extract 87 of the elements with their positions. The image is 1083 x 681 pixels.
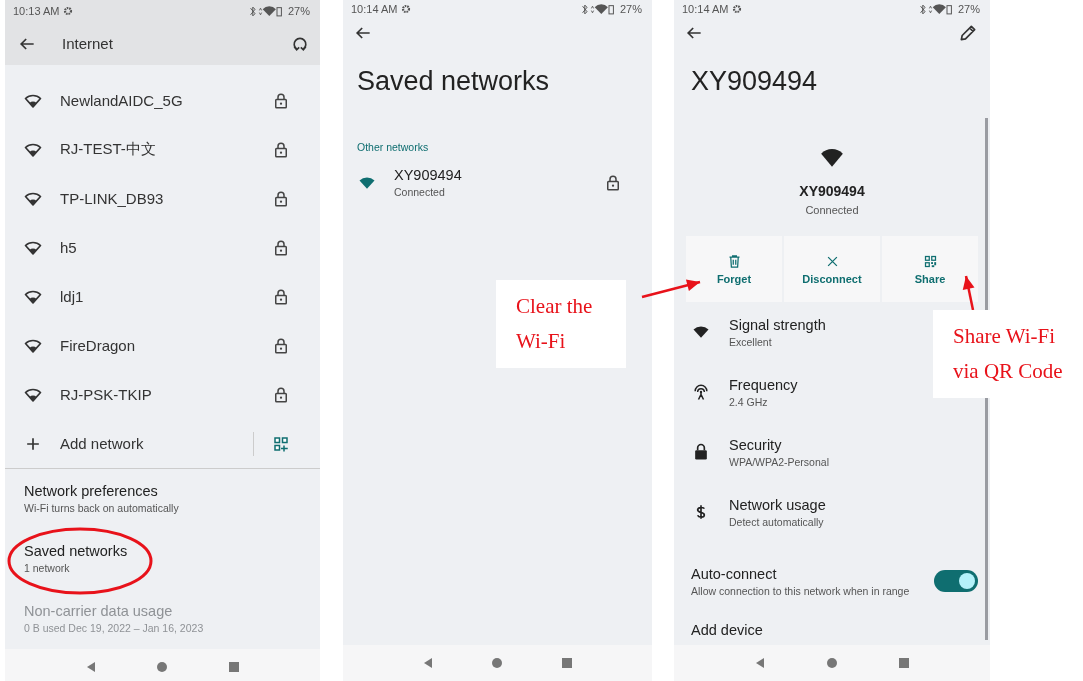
status-icons [579,3,616,15]
detail-value: Excellent [729,335,773,348]
detail-item[interactable]: Security WPA/WPA2-Personal [674,422,835,482]
preference-title: Network preferences [24,483,159,499]
lock-icon [272,238,290,257]
status-time: 10:13 AM [13,5,60,17]
preference-item[interactable]: Saved networks 1 network [5,529,320,589]
edit-pencil-icon[interactable] [958,23,978,43]
status-icons [247,5,284,17]
recents-nav-icon[interactable] [228,661,241,673]
network-name: XY909494 [799,183,865,199]
gear-icon [401,4,412,14]
lock-icon [604,173,622,192]
preference-summary: Wi-Fi turns back on automatically [24,502,180,514]
share-button[interactable]: Share [882,236,978,302]
battery-level: 27% [287,5,310,17]
network-name: RJ-PSK-TKIP [60,386,153,403]
status-icons [917,3,954,15]
detail-value: Detect automatically [729,515,825,528]
qr-code-scan-icon[interactable] [272,434,290,453]
lock-icon [272,336,290,355]
network-name: ldj1 [60,288,85,305]
preference-title: Saved networks [24,543,129,559]
detail-item[interactable]: Signal strength Excellent [674,302,832,362]
network-status: Connected [805,204,859,216]
screen-title: Internet [62,35,113,52]
gear-icon [732,4,743,14]
battery-level: 27% [619,3,642,15]
recents-nav-icon[interactable] [561,657,574,669]
callout-text: Share Wi-Fi [953,324,1056,349]
network-name: FireDragon [60,337,137,354]
section-header: Other networks [356,140,430,153]
network-item[interactable]: FireDragon [5,321,320,370]
disconnect-button[interactable]: Disconnect [784,236,880,302]
callout-text: via QR Code [953,359,1064,384]
network-item[interactable]: RJ-TEST-中文 [5,125,320,174]
network-item[interactable]: TP-LINK_DB93 [5,174,320,223]
status-time: 10:14 AM [351,3,398,15]
callout-text: Clear the [516,294,594,319]
recents-nav-icon[interactable] [898,657,910,669]
screen-title: XY909494 [690,65,819,98]
auto-connect-summary: Allow connection to this network when in range [691,584,910,597]
network-item[interactable]: ldj1 [5,272,320,321]
screen-title: Saved networks [356,65,551,98]
detail-item[interactable]: Network usage Detect automatically [674,482,832,542]
detail-title: Network usage [729,496,826,513]
lock-icon [272,189,290,208]
home-nav-icon[interactable] [491,657,504,669]
preference-summary: 0 B used Dec 19, 2022 – Jan 16, 2023 [24,622,205,634]
forget-button[interactable]: Forget [686,236,782,302]
callout-text: Wi-Fi [516,329,567,354]
auto-connect-toggle[interactable] [934,570,978,592]
home-nav-icon[interactable] [156,661,169,673]
gear-icon [63,6,74,16]
network-name: NewlandAIDC_5G [60,92,184,109]
lock-icon [272,287,290,306]
network-item[interactable]: XY909494 Connected [343,153,652,198]
add-device-title[interactable]: Add device [691,622,763,638]
detail-item[interactable]: Frequency 2.4 GHz [674,362,804,422]
battery-level: 27% [957,3,980,15]
lock-icon [272,140,290,159]
home-nav-icon[interactable] [826,657,838,669]
preference-item[interactable]: Network preferences Wi-Fi turns back on automatically [5,469,320,529]
detail-title: Frequency [729,376,798,393]
qr-code-icon [922,253,938,269]
network-item[interactable]: NewlandAIDC_5G [5,76,320,125]
network-name: h5 [60,239,78,256]
add-network-link[interactable]: Add network [60,435,253,452]
back-nav-icon[interactable] [754,657,766,669]
preference-summary: 1 network [24,562,71,574]
network-name: XY909494 [394,167,463,183]
network-item[interactable]: h5 [5,223,320,272]
detail-value: WPA/WPA2-Personal [729,455,829,468]
arrow [641,279,701,299]
lock-icon [272,385,290,404]
network-name: TP-LINK_DB93 [60,190,165,207]
arrow [962,275,975,311]
auto-connect-title: Auto-connect [691,565,778,582]
preference-title: Non-carrier data usage [24,603,174,619]
network-item[interactable]: RJ-PSK-TKIP [5,370,320,419]
detail-value: 2.4 GHz [729,395,769,408]
status-time: 10:14 AM [682,3,729,15]
network-name: RJ-TEST-中文 [60,140,157,159]
lock-icon [272,91,290,110]
detail-title: Security [729,436,783,453]
network-status: Connected [394,186,446,198]
detail-title: Signal strength [729,316,826,333]
